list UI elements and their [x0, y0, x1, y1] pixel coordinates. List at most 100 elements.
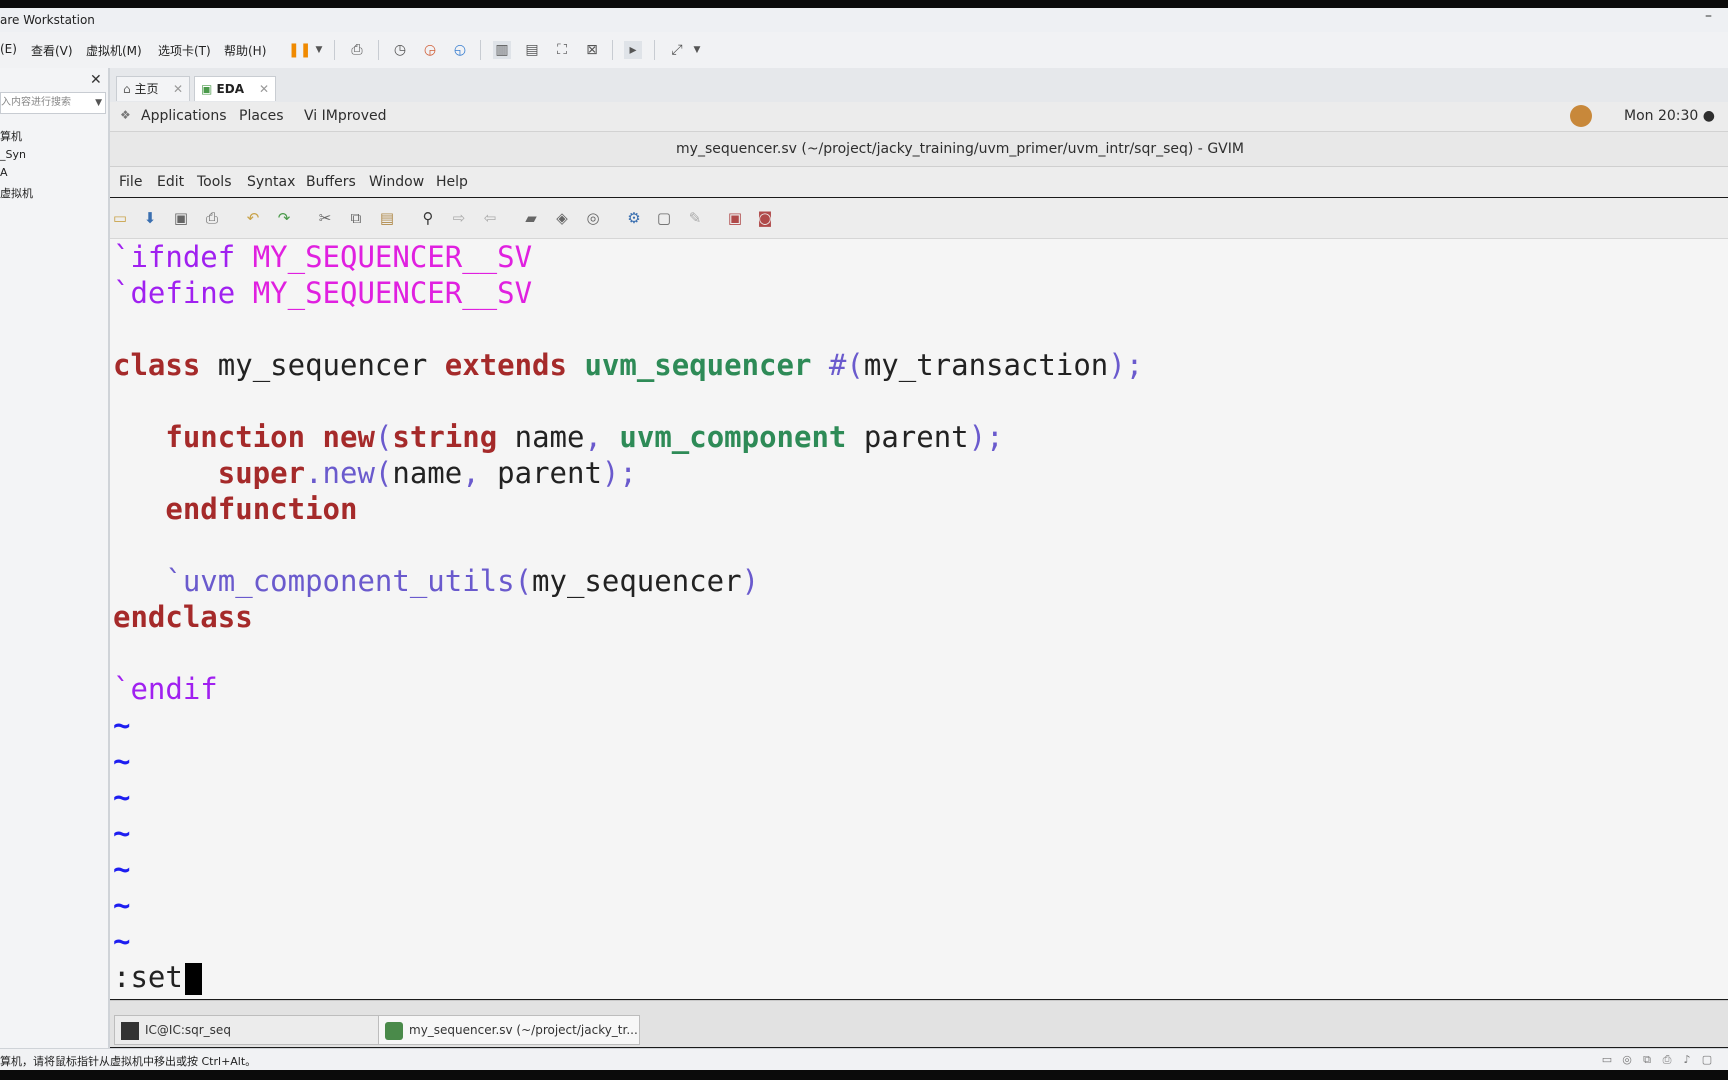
close-icon[interactable]: ✕ [173, 77, 183, 101]
print-icon[interactable]: ⎙ [202, 208, 222, 228]
find-replace-icon[interactable]: ⚲ [418, 208, 438, 228]
taskbar-item-gvim[interactable]: my_sequencer.sv (~/project/jacky_tr... [378, 1015, 640, 1045]
open-file-icon[interactable]: ▭ [110, 208, 130, 228]
find-help-icon[interactable]: ◙ [755, 208, 775, 228]
code-token: MY_SEQUENCER__SV [252, 276, 533, 310]
make-icon[interactable]: ⚙ [624, 208, 644, 228]
active-app-name[interactable]: Vi IMproved [304, 108, 387, 124]
gnome-foot-icon: ❖ [120, 108, 131, 122]
revert-snapshot-icon[interactable]: ◶ [421, 41, 439, 59]
menu-tools[interactable]: Tools [197, 174, 232, 190]
code-token: ); [601, 456, 637, 490]
menu-vm[interactable]: 虚拟机(M) [86, 42, 142, 59]
close-icon[interactable]: ✕ [90, 72, 102, 88]
sound-icon[interactable]: ♪ [1680, 1053, 1694, 1067]
cd-rom-icon[interactable]: ◎ [1620, 1053, 1634, 1067]
gvim-titlebar: my_sequencer.sv (~/project/jacky_trainin… [110, 132, 1728, 167]
printer-icon[interactable]: ⎙ [1660, 1053, 1674, 1067]
separator [612, 40, 613, 60]
hard-disk-icon[interactable]: ▭ [1600, 1053, 1614, 1067]
network-icon[interactable]: ⧉ [1640, 1053, 1654, 1067]
snapshot-manager-icon[interactable]: ◵ [451, 41, 469, 59]
find-previous-icon[interactable]: ⇦ [480, 208, 500, 228]
minimize-button[interactable]: – [1705, 8, 1712, 24]
library-view-icon[interactable]: ▥ [493, 41, 511, 59]
applications-menu[interactable]: Applications [141, 108, 227, 124]
code-token: super [217, 456, 306, 490]
menu-edit[interactable]: (E) [0, 42, 17, 56]
vmware-title: are Workstation [0, 13, 95, 27]
send-keys-icon[interactable]: ⎙ [348, 41, 366, 59]
fullscreen-icon[interactable]: ⛶ [553, 41, 571, 59]
save-icon[interactable]: ⬇ [140, 208, 160, 228]
menu-file[interactable]: File [119, 174, 142, 190]
code-token: .new( [305, 456, 393, 490]
code-line: class my_sequencer extends uvm_sequencer… [113, 347, 1143, 383]
tab-eda[interactable]: ▣ EDA ✕ [194, 76, 276, 101]
user-avatar-icon[interactable] [1570, 105, 1592, 127]
load-session-icon[interactable]: ▰ [521, 208, 541, 228]
menu-edit[interactable]: Edit [157, 174, 184, 190]
gnome-taskbar: IC@IC:sqr_seq my_sequencer.sv (~/project… [110, 1000, 1728, 1047]
tab-home[interactable]: ⌂ 主页 ✕ [116, 76, 190, 101]
ctags-icon[interactable]: ✎ [685, 208, 705, 228]
menu-buffers[interactable]: Buffers [306, 174, 356, 190]
menu-view[interactable]: 查看(V) [31, 42, 73, 59]
code-token: new [322, 420, 375, 454]
code-line: `ifndef MY_SEQUENCER__SV [113, 239, 532, 275]
menu-help[interactable]: Help [436, 174, 468, 190]
redo-icon[interactable]: ↷ [274, 208, 294, 228]
save-session-icon[interactable]: ◈ [552, 208, 572, 228]
library-item[interactable]: 虚拟机 [0, 185, 33, 201]
snapshot-icon[interactable]: ◷ [391, 41, 409, 59]
vmware-menubar: (E) 查看(V) 虚拟机(M) 选项卡(T) 帮助(H) ❚❚ ▼ ⎙ ◷ ◶… [0, 32, 1728, 69]
copy-icon[interactable]: ⧉ [346, 208, 366, 228]
menu-syntax[interactable]: Syntax [247, 174, 295, 190]
help-icon[interactable]: ▣ [725, 208, 745, 228]
command-line[interactable]: :set [113, 959, 202, 995]
code-line: `define MY_SEQUENCER__SV [113, 275, 532, 311]
run-script-icon[interactable]: ◎ [583, 208, 603, 228]
gnome-top-bar: ❖ Applications Places Vi IMproved Mon 20… [110, 102, 1728, 132]
find-next-icon[interactable]: ⇨ [449, 208, 469, 228]
thumbnail-view-icon[interactable]: ▤ [523, 41, 541, 59]
code-token: `endif [113, 672, 218, 706]
pause-icon[interactable]: ❚❚ [288, 41, 311, 59]
console-view-icon[interactable]: ▸ [624, 41, 642, 59]
undo-icon[interactable]: ↶ [243, 208, 263, 228]
dropdown-arrow-icon[interactable]: ▼ [95, 93, 102, 113]
library-item[interactable]: 算机 [0, 128, 22, 144]
library-search-input[interactable]: 入内容进行搜索 ▼ [0, 92, 106, 114]
menu-window[interactable]: Window [369, 174, 424, 190]
taskbar-item-terminal[interactable]: IC@IC:sqr_seq [114, 1015, 382, 1045]
close-icon[interactable]: ✕ [259, 77, 269, 101]
dropdown-arrow-icon[interactable]: ▼ [688, 41, 706, 59]
menu-help[interactable]: 帮助(H) [224, 42, 266, 59]
clock[interactable]: Mon 20:30 ● [1624, 108, 1715, 124]
unity-icon[interactable]: ⊠ [583, 41, 601, 59]
tab-label: EDA [216, 82, 244, 96]
stretch-icon[interactable]: ⤢ [668, 41, 686, 59]
code-token: ); [968, 420, 1004, 454]
library-item[interactable]: A [0, 166, 8, 179]
save-all-icon[interactable]: ▣ [171, 208, 191, 228]
separator [654, 40, 655, 60]
library-item[interactable]: _Syn [0, 148, 26, 161]
vmware-statusbar: 算机，请将鼠标指针从虚拟机中移出或按 Ctrl+Alt。 ▭ ◎ ⧉ ⎙ ♪ ▢ [0, 1048, 1728, 1071]
paste-icon[interactable]: ▤ [377, 208, 397, 228]
cut-icon[interactable]: ✂ [315, 208, 335, 228]
menu-tabs[interactable]: 选项卡(T) [158, 42, 211, 59]
places-menu[interactable]: Places [239, 108, 284, 124]
vim-editor[interactable]: `ifndef MY_SEQUENCER__SV `define MY_SEQUE… [110, 239, 1728, 999]
shell-icon[interactable]: ▢ [654, 208, 674, 228]
code-token: ( [374, 420, 393, 454]
code-line: function new(string name, uvm_component … [113, 419, 1004, 455]
display-icon[interactable]: ▢ [1700, 1053, 1714, 1067]
code-line: `endif [113, 671, 218, 707]
code-line: `uvm_component_utils(my_sequencer) [113, 563, 759, 599]
library-sidebar: ✕ 入内容进行搜索 ▼ 算机 _Syn A 虚拟机 [0, 68, 110, 1048]
empty-line-tilde: ~ [113, 816, 131, 850]
dropdown-arrow-icon[interactable]: ▼ [310, 41, 328, 59]
